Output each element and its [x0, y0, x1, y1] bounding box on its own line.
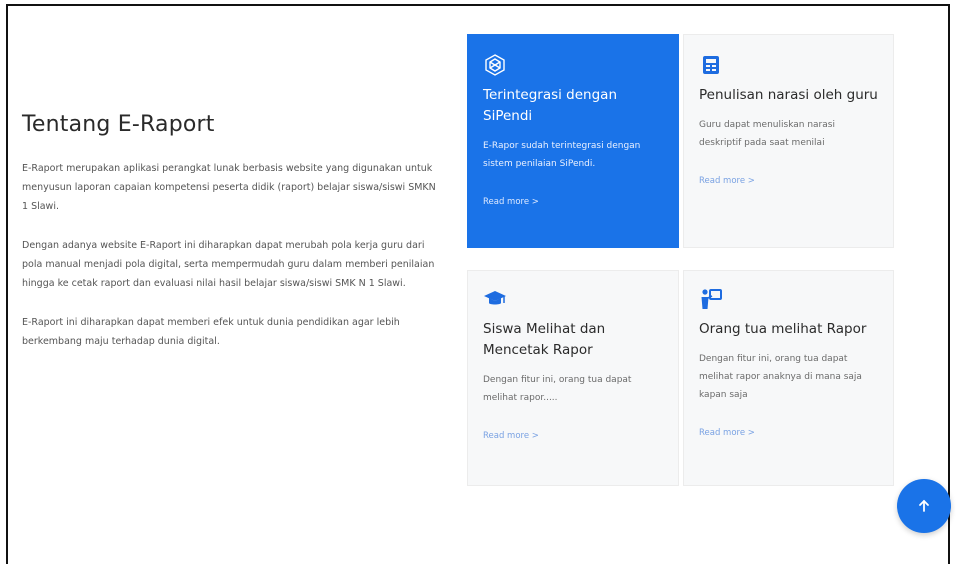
card-text: E-Rapor sudah terintegrasi dengan sistem… — [483, 141, 641, 169]
about-paragraph-2: Dengan adanya website E-Raport ini dihar… — [22, 240, 435, 289]
person-board-icon — [699, 287, 723, 311]
feature-card-orangtua[interactable]: Orang tua melihat Rapor Dengan fitur ini… — [683, 270, 894, 486]
card-title: Penulisan narasi oleh guru — [699, 87, 878, 103]
card-text: Guru dapat menuliskan narasi deskriptif … — [699, 120, 835, 148]
card-title: Orang tua melihat Rapor — [699, 321, 867, 337]
card-title: Terintegrasi dengan SiPendi — [483, 87, 618, 124]
read-more-link[interactable]: Read more > — [483, 431, 539, 441]
feature-card-narasi[interactable]: Penulisan narasi oleh guru Guru dapat me… — [683, 34, 894, 248]
newspaper-icon — [699, 53, 723, 77]
integration-icon — [483, 53, 507, 77]
feature-card-siswa[interactable]: Siswa Melihat dan Mencetak Rapor Dengan … — [467, 270, 679, 486]
about-section: Tentang E-Raport E-Raport merupakan apli… — [22, 112, 442, 371]
about-paragraph-3: E-Raport ini diharapkan dapat memberi ef… — [22, 317, 400, 347]
card-title: Siswa Melihat dan Mencetak Rapor — [483, 321, 606, 358]
about-paragraph-1: E-Raport merupakan aplikasi perangkat lu… — [22, 163, 436, 212]
back-to-top-button[interactable] — [897, 479, 951, 533]
arrow-up-icon — [919, 499, 929, 512]
about-title: Tentang E-Raport — [22, 112, 215, 137]
read-more-link[interactable]: Read more > — [699, 428, 755, 438]
read-more-link[interactable]: Read more > — [483, 197, 539, 207]
graduation-cap-icon — [483, 287, 507, 311]
read-more-link[interactable]: Read more > — [699, 176, 755, 186]
card-text: Dengan fitur ini, orang tua dapat meliha… — [483, 375, 632, 403]
card-text: Dengan fitur ini, orang tua dapat meliha… — [699, 354, 862, 400]
feature-card-sipendi[interactable]: Terintegrasi dengan SiPendi E-Rapor suda… — [467, 34, 679, 248]
